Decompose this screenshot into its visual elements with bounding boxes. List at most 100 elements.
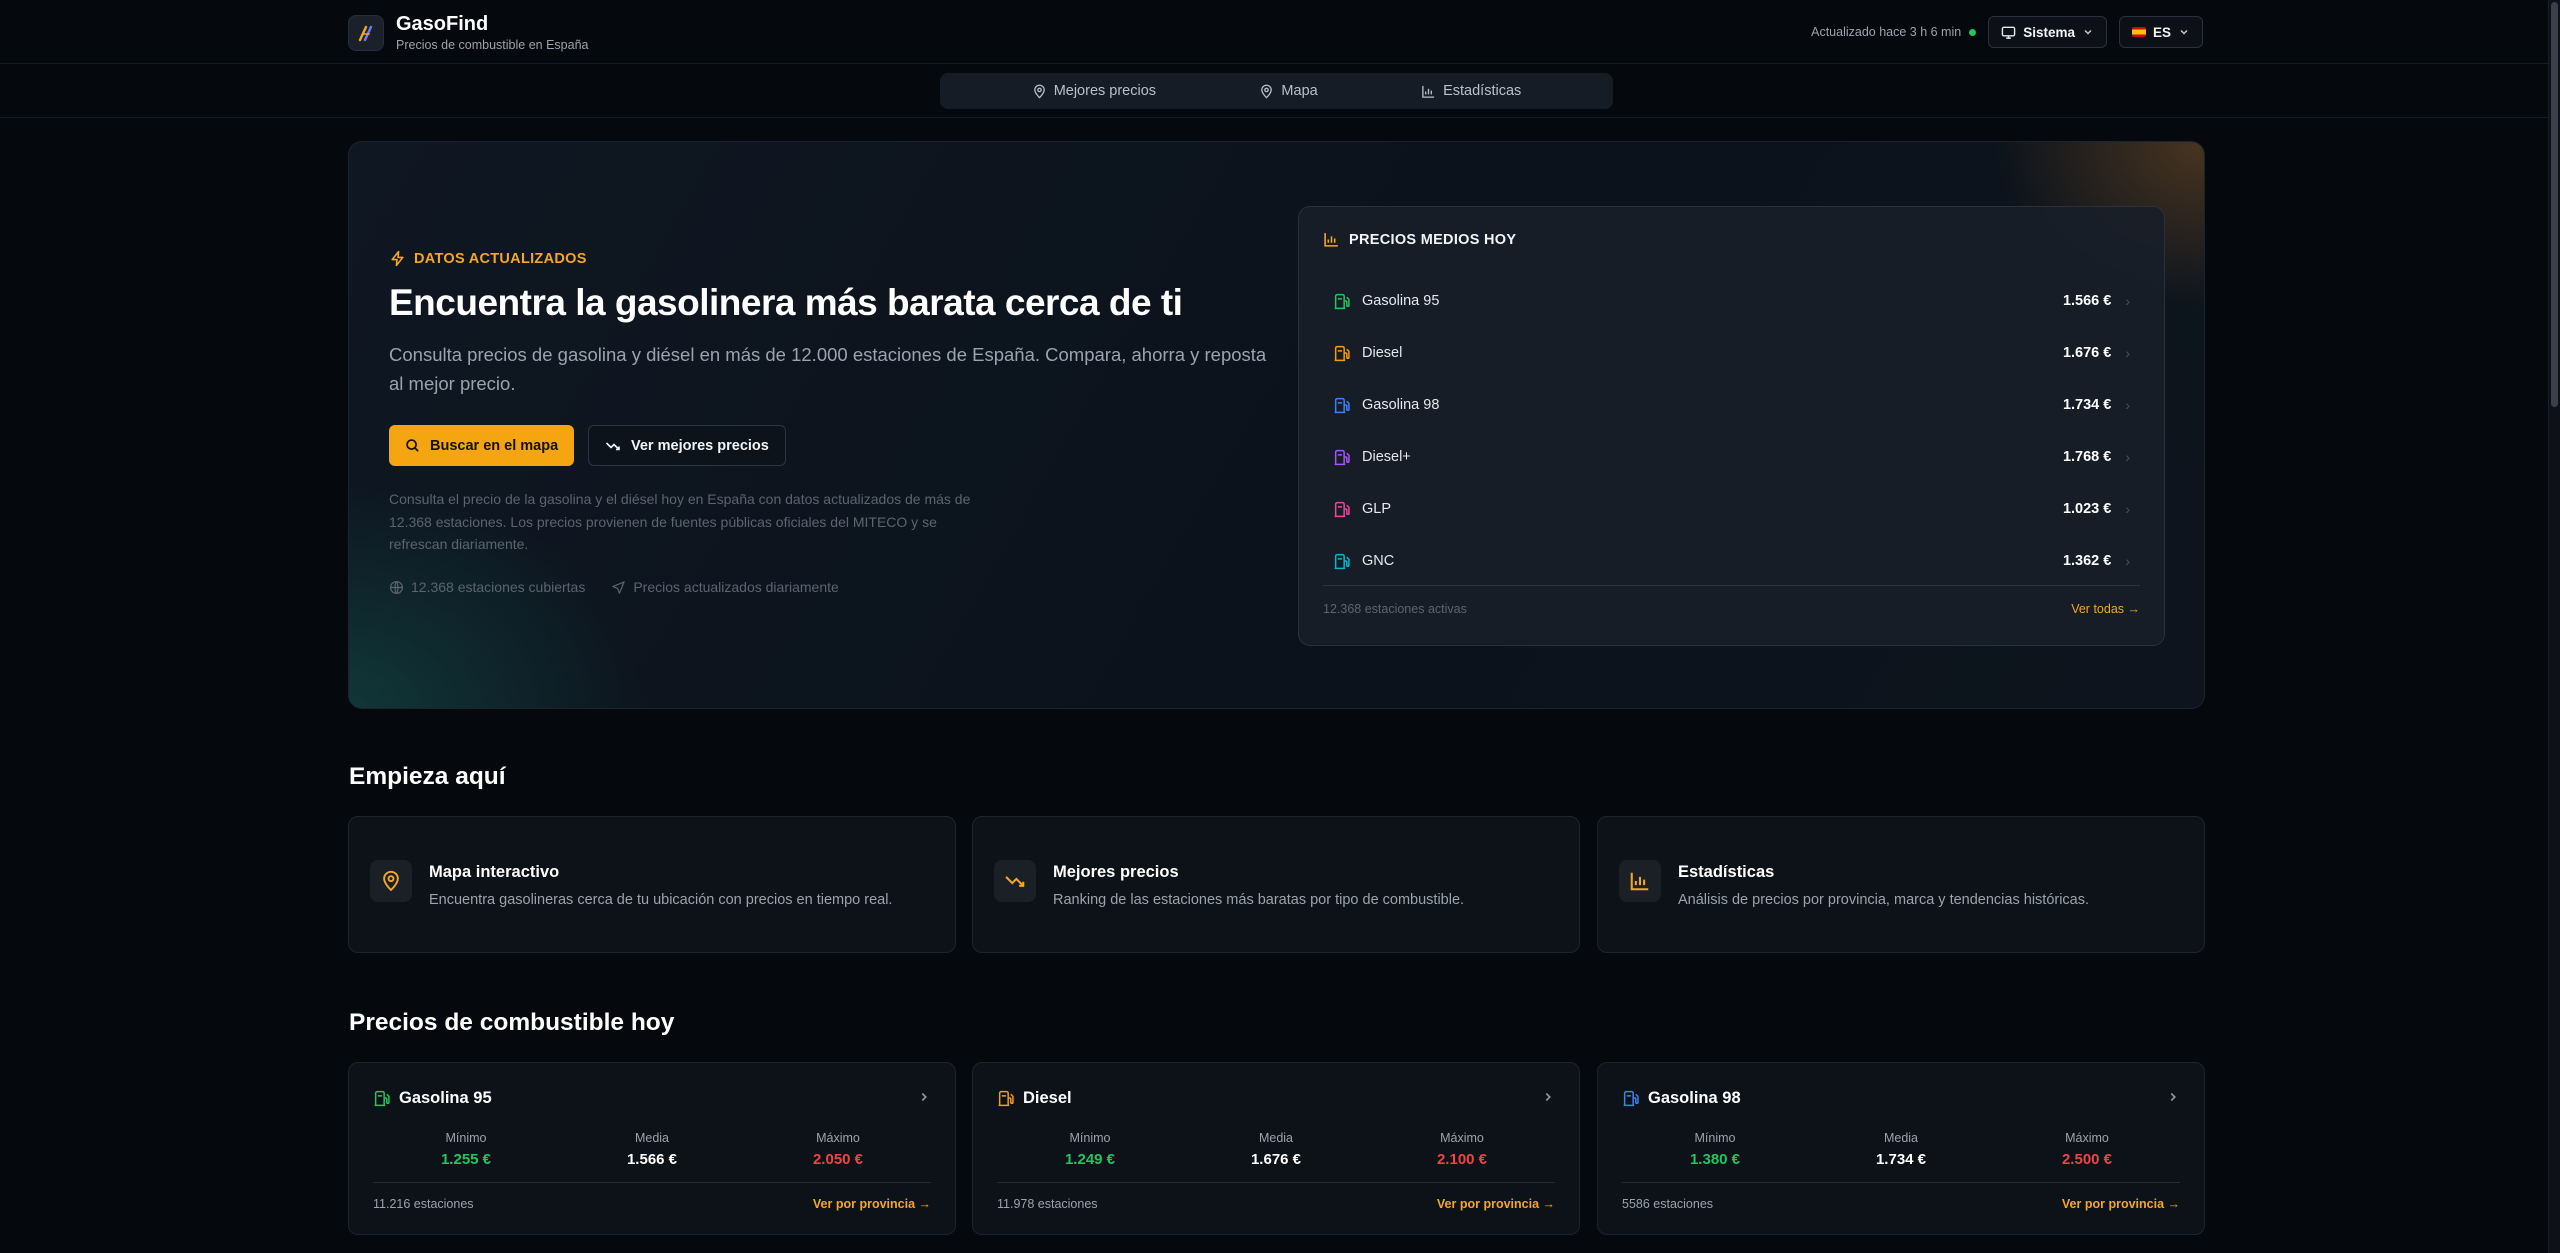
see-all-link[interactable]: Ver todas → <box>2071 602 2140 616</box>
fuel-pump-icon <box>1622 1090 1639 1107</box>
page-scrollbar[interactable] <box>2548 0 2560 1253</box>
chevron-right-icon: › <box>2125 553 2130 569</box>
status-dot-icon <box>1969 28 1977 36</box>
stat-label: Media <box>1883 1131 1919 1145</box>
language-select-button[interactable]: ES <box>2118 16 2203 48</box>
average-price-row[interactable]: Diesel 1.676 € › <box>1323 327 2140 379</box>
top-header: GasoFind Precios de combustible en Españ… <box>0 0 2548 64</box>
stat-label: Mínimo <box>1694 1131 1736 1145</box>
by-province-link[interactable]: Ver por provincia → <box>1437 1197 1555 1211</box>
fuel-pump-icon <box>373 1090 390 1107</box>
min-stat: Mínimo 1.255 € <box>373 1131 559 1168</box>
average-prices-header: PRECIOS MEDIOS HOY <box>1323 231 1516 248</box>
max-stat: Máximo 2.100 € <box>1369 1131 1555 1168</box>
update-status-text: Actualizado hace 3 h 6 min <box>1811 25 1962 39</box>
tab-mapa[interactable]: Mapa <box>1259 83 1318 99</box>
average-price-row[interactable]: Diesel+ 1.768 € › <box>1323 431 2140 483</box>
chevron-right-icon: › <box>2125 345 2130 361</box>
hero-note: Consulta el precio de la gasolina y el d… <box>389 491 971 552</box>
fuel-pump-icon <box>1333 293 1350 310</box>
fuel-card-footer: 5586 estaciones Ver por provincia → <box>1622 1182 2180 1211</box>
best-prices-button[interactable]: Ver mejores precios <box>588 425 786 466</box>
avg-value: 1.734 € <box>1875 1151 1927 1168</box>
spain-flag-icon <box>2131 27 2146 37</box>
fuel-name: Gasolina 98 <box>1362 397 1440 413</box>
theme-select-label: Sistema <box>2023 24 2075 40</box>
fuel-price: 1.676 € <box>2062 345 2112 361</box>
chevron-right-icon[interactable] <box>2166 1090 2180 1104</box>
navigation-icon <box>612 580 626 594</box>
fuel-price-card[interactable]: Diesel Mínimo 1.249 € Media 1.676 € Máximo 2.1… <box>972 1062 1580 1235</box>
header-actions: Actualizado hace 3 h 6 min Sistema ES <box>1811 16 2203 48</box>
average-prices-card: PRECIOS MEDIOS HOY Gasolina 95 1.566 € › Di… <box>1298 206 2165 646</box>
average-prices-title: PRECIOS MEDIOS HOY <box>1349 231 1517 248</box>
tab-mejores-precios[interactable]: Mejores precios <box>1032 83 1156 99</box>
max-value: 2.100 € <box>1436 1151 1488 1168</box>
tab-label: Mapa <box>1281 83 1318 99</box>
stations-covered: 12.368 estaciones cubiertas <box>389 579 585 595</box>
start-card-map[interactable]: Mapa interactivo Encuentra gasolineras c… <box>348 816 956 953</box>
fuel-name: Gasolina 95 <box>1362 293 1440 309</box>
fuel-pump-icon <box>1333 449 1350 466</box>
fuel-card-header: Gasolina 98 <box>1622 1089 1741 1108</box>
map-pin-icon <box>1261 84 1273 98</box>
scrollbar-thumb[interactable] <box>2551 2 2558 407</box>
brand[interactable]: GasoFind Precios de combustible en Españ… <box>348 13 588 52</box>
chevron-right-icon: › <box>2125 449 2130 465</box>
fuel-price: 1.023 € <box>2062 501 2112 517</box>
station-count: 11.978 estaciones <box>997 1197 1098 1211</box>
average-prices-footer: 12.368 estaciones activas Ver todas → <box>1323 585 2140 616</box>
fuel-price: 1.768 € <box>2062 449 2112 465</box>
stat-label: Media <box>634 1131 670 1145</box>
chevron-right-icon[interactable] <box>917 1090 931 1104</box>
globe-icon <box>389 580 404 594</box>
stat-label: Media <box>1258 1131 1294 1145</box>
hero-title: Encuentra la gasolinera más barata cerca… <box>389 282 1183 323</box>
avg-stat: Media 1.676 € <box>1183 1131 1369 1168</box>
chevron-down-icon <box>2084 29 2092 35</box>
max-value: 2.500 € <box>2061 1151 2113 1168</box>
fuel-price: 1.734 € <box>2062 397 2112 413</box>
fuel-card-header: Gasolina 95 <box>373 1089 492 1108</box>
start-card-title: Mejores precios <box>1053 863 1179 881</box>
bar-chart-icon <box>1324 233 1338 247</box>
fuel-card-footer: 11.216 estaciones Ver por provincia → <box>373 1182 931 1211</box>
average-price-row[interactable]: GLP 1.023 € › <box>1323 483 2140 535</box>
map-pin-icon <box>370 860 412 902</box>
start-card-best-prices[interactable]: Mejores precios Ranking de las estacione… <box>972 816 1580 953</box>
update-status: Actualizado hace 3 h 6 min <box>1811 25 1977 39</box>
stat-label: Máximo <box>816 1131 860 1145</box>
fuel-price: 1.566 € <box>2062 293 2112 309</box>
fuel-card-header: Diesel <box>997 1089 1072 1108</box>
fuel-price-card[interactable]: Gasolina 95 Mínimo 1.255 € Media 1.566 € Máxi… <box>348 1062 956 1235</box>
chevron-right-icon[interactable] <box>1541 1090 1555 1104</box>
fuel-card-footer: 11.978 estaciones Ver por provincia → <box>997 1182 1555 1211</box>
monitor-icon <box>2001 26 2016 39</box>
app-tagline: Precios de combustible en España <box>396 38 589 52</box>
tab-label: Mejores precios <box>1053 83 1157 99</box>
update-frequency: Precios actualizados diariamente <box>611 579 839 595</box>
theme-select-button[interactable]: Sistema <box>1988 16 2107 48</box>
by-province-link[interactable]: Ver por provincia → <box>2062 1197 2180 1211</box>
active-stations: 12.368 estaciones activas <box>1323 602 1467 616</box>
fuel-pump-icon <box>1333 397 1350 414</box>
by-province-link[interactable]: Ver por provincia → <box>813 1197 931 1211</box>
station-count: 11.216 estaciones <box>373 1197 474 1211</box>
max-stat: Máximo 2.050 € <box>745 1131 931 1168</box>
meta-label: 12.368 estaciones cubiertas <box>411 579 586 595</box>
fuel-price-card[interactable]: Gasolina 98 Mínimo 1.380 € Media 1.734 € Máxi… <box>1597 1062 2205 1235</box>
average-price-row[interactable]: Gasolina 95 1.566 € › <box>1323 275 2140 327</box>
chevron-right-icon: › <box>2125 293 2130 309</box>
start-card-title: Estadísticas <box>1678 863 1775 881</box>
max-stat: Máximo 2.500 € <box>1994 1131 2180 1168</box>
button-label: Ver mejores precios <box>631 437 769 454</box>
tab-estadisticas[interactable]: Estadísticas <box>1421 83 1521 99</box>
start-card-statistics[interactable]: Estadísticas Análisis de precios por pro… <box>1597 816 2205 953</box>
average-price-row[interactable]: GNC 1.362 € › <box>1323 535 2140 587</box>
avg-stat: Media 1.734 € <box>1808 1131 1994 1168</box>
search-map-button[interactable]: Buscar en el mapa <box>389 425 575 466</box>
start-card-description: Análisis de precios por provincia, marca… <box>1678 892 2090 908</box>
average-price-row[interactable]: Gasolina 98 1.734 € › <box>1323 379 2140 431</box>
nav-tabs: Mejores precios Mapa Estadísticas <box>940 73 1613 109</box>
fuel-pump-icon <box>997 1090 1014 1107</box>
